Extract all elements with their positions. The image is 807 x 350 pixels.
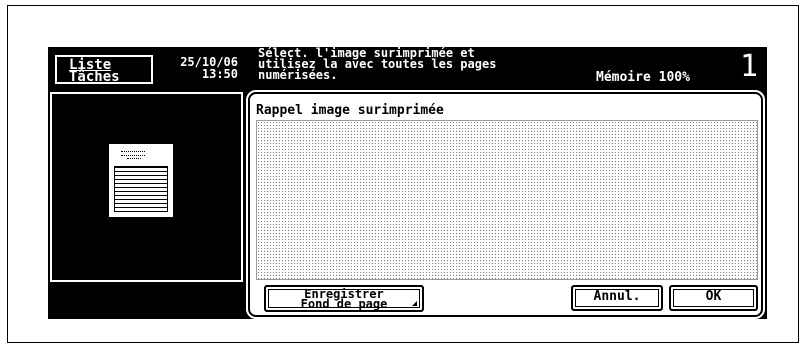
doc-subheader-line — [127, 158, 141, 159]
doc-body-lines — [114, 166, 168, 212]
save-background-button[interactable]: Enregistrer Fond de page — [264, 285, 424, 312]
save-background-label-line2: Fond de page — [300, 297, 388, 311]
cancel-button[interactable]: Annul. — [571, 285, 663, 311]
left-bottom-bar — [50, 287, 243, 315]
panel-title: Rappel image surimprimée — [256, 103, 444, 118]
overlay-image-list-area[interactable] — [256, 120, 758, 280]
instruction-message: Sélect. l'image surimprimée et utilisez … — [258, 46, 497, 82]
job-list-button[interactable]: Liste Tâches — [55, 55, 153, 84]
document-preview-icon — [108, 143, 174, 218]
submenu-triangle-icon — [412, 301, 417, 306]
date-time: 25/10/06 13:50 — [150, 56, 238, 80]
job-list-label-line2: Tâches — [69, 69, 120, 85]
doc-header-lines — [121, 151, 145, 156]
time: 13:50 — [201, 67, 238, 81]
ok-button[interactable]: OK — [669, 285, 758, 311]
memory-status: Mémoire 100% — [596, 70, 690, 85]
copy-count: 1 — [740, 49, 759, 84]
